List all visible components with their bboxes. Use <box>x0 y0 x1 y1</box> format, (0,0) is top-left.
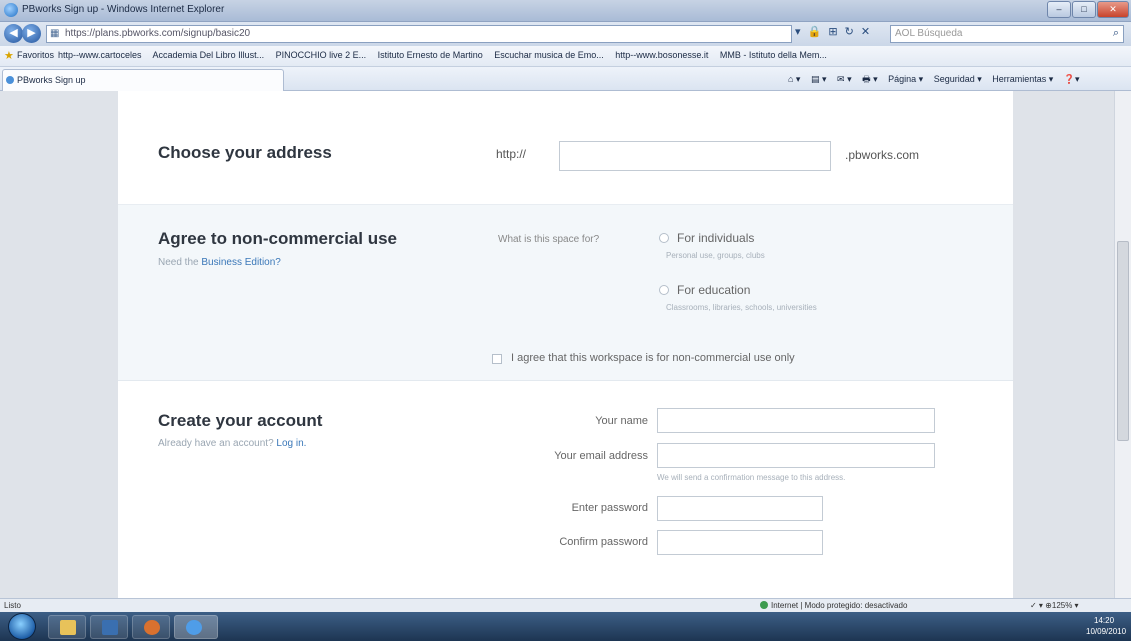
password-input[interactable] <box>657 496 823 521</box>
feeds-menu[interactable]: ▤ ▾ <box>811 74 827 84</box>
favorite-link[interactable]: Accademia Del Libro Illust... <box>153 50 265 60</box>
search-input[interactable]: AOL Búsqueda ⌕ <box>890 25 1124 43</box>
confirm-password-label: Confirm password <box>559 536 648 548</box>
security-zone-text: Internet | Modo protegido: desactivado <box>771 601 908 610</box>
favorite-link[interactable]: http--www.bosonesse.it <box>615 50 708 60</box>
security-zone: Internet | Modo protegido: desactivado <box>760 601 907 610</box>
section-title-agree: Agree to non-commercial use <box>158 229 398 248</box>
close-window-button[interactable]: ✕ <box>1097 1 1129 18</box>
favorites-star-icon[interactable]: ★ <box>4 49 14 62</box>
media-player-icon <box>102 620 118 635</box>
tools-menu[interactable]: Herramientas ▾ <box>992 74 1053 84</box>
option-hint-education: Classrooms, libraries, schools, universi… <box>666 303 817 312</box>
print-menu[interactable]: 🖶 ▾ <box>862 74 878 84</box>
address-tools[interactable]: ▾ 🔒 ⊞ ↻ ✕ <box>795 25 872 38</box>
window-title-bar: PBworks Sign up - Windows Internet Explo… <box>0 0 1131 22</box>
tab-label: PBworks Sign up <box>17 75 86 85</box>
windows-taskbar: 14:20 10/09/2010 <box>0 612 1131 641</box>
clock-date[interactable]: 10/09/2010 <box>1086 627 1126 636</box>
system-tray: 14:20 10/09/2010 <box>1012 615 1128 639</box>
home-menu[interactable]: ⌂ ▾ <box>788 74 800 84</box>
email-hint: We will send a confirmation message to t… <box>657 473 846 482</box>
option-hint-individuals: Personal use, groups, clubs <box>666 251 765 260</box>
favorite-link[interactable]: Istituto Ernesto de Martino <box>378 50 483 60</box>
taskbar-media-player[interactable] <box>90 615 128 639</box>
internet-explorer-icon <box>186 620 202 635</box>
space-purpose-question: What is this space for? <box>498 234 600 245</box>
scrollbar-thumb[interactable] <box>1117 241 1129 441</box>
section-title-account: Create your account <box>158 411 323 430</box>
search-placeholder: AOL Búsqueda <box>895 28 963 39</box>
window-title: PBworks Sign up - Windows Internet Explo… <box>22 4 225 15</box>
favorites-button[interactable]: Favoritos <box>17 50 54 60</box>
folder-icon <box>60 620 76 635</box>
password-label: Enter password <box>571 502 648 514</box>
mail-menu[interactable]: ✉ ▾ <box>837 74 852 84</box>
noncommercial-agree-label[interactable]: I agree that this workspace is for non-c… <box>511 352 795 364</box>
page-icon: ▦ <box>50 28 60 39</box>
start-button[interactable] <box>8 613 36 640</box>
forward-button[interactable]: ▶ <box>22 24 41 43</box>
business-edition-prefix: Need the <box>158 257 202 268</box>
option-label-individuals[interactable]: For individuals <box>677 231 754 245</box>
taskbar-firefox[interactable] <box>132 615 170 639</box>
search-icon[interactable]: ⌕ <box>1113 27 1119 40</box>
address-suffix: .pbworks.com <box>845 148 920 162</box>
favorites-bar: ★ Favoritos http--www.cartoceles Accadem… <box>0 46 1131 67</box>
business-edition-link[interactable]: Business Edition? <box>201 257 281 268</box>
tab-bar: PBworks Sign up ⌂ ▾ ▤ ▾ ✉ ▾ 🖶 ▾ Página ▾… <box>0 67 1131 91</box>
workspace-address-input[interactable] <box>559 141 831 171</box>
your-name-input[interactable] <box>657 408 935 433</box>
url-input[interactable]: ▦ https://plans.pbworks.com/signup/basic… <box>46 25 792 43</box>
url-text: https://plans.pbworks.com/signup/basic20 <box>65 28 251 39</box>
radio-for-education[interactable] <box>659 285 669 295</box>
your-name-label: Your name <box>595 415 648 427</box>
favorite-link[interactable]: MMB - Istituto della Mem... <box>720 50 827 60</box>
taskbar-internet-explorer[interactable] <box>174 615 218 639</box>
login-prompt-text: Already have an account? Log in. <box>158 438 306 449</box>
clock-time[interactable]: 14:20 <box>1094 616 1114 625</box>
page-viewport: Choose your address http:// .pbworks.com… <box>0 91 1131 598</box>
taskbar-explorer[interactable] <box>48 615 86 639</box>
option-label-education[interactable]: For education <box>677 283 750 297</box>
status-bar: Listo Internet | Modo protegido: desacti… <box>0 598 1131 612</box>
business-edition-text: Need the Business Edition? <box>158 257 281 268</box>
address-section: Choose your address http:// .pbworks.com <box>118 91 1013 205</box>
back-button[interactable]: ◀ <box>4 24 23 43</box>
account-section: Create your account Already have an acco… <box>118 381 1013 598</box>
favorite-link[interactable]: PINOCCHIO live 2 E... <box>276 50 367 60</box>
section-title-address: Choose your address <box>158 143 332 162</box>
login-prompt-prefix: Already have an account? <box>158 438 277 449</box>
signup-page: Choose your address http:// .pbworks.com… <box>118 91 1013 598</box>
email-input[interactable] <box>657 443 935 468</box>
login-link[interactable]: Log in. <box>276 438 306 449</box>
internet-explorer-icon <box>4 3 18 17</box>
radio-for-individuals[interactable] <box>659 233 669 243</box>
noncommercial-agree-checkbox[interactable] <box>492 354 502 364</box>
agree-section: Agree to non-commercial use Need the Bus… <box>118 205 1013 381</box>
page-menu[interactable]: Página ▾ <box>888 74 923 84</box>
address-prefix: http:// <box>496 147 527 161</box>
confirm-password-input[interactable] <box>657 530 823 555</box>
browser-icon <box>144 620 160 635</box>
tab-pbworks-signup[interactable]: PBworks Sign up <box>2 69 284 91</box>
status-text: Listo <box>4 601 21 610</box>
email-label: Your email address <box>554 450 648 462</box>
address-bar: ◀ ▶ ▦ https://plans.pbworks.com/signup/b… <box>0 22 1131 46</box>
zoom-control[interactable]: ✓ ▾ ⊕125% ▾ <box>1030 601 1079 610</box>
globe-icon <box>760 601 768 609</box>
maximize-button[interactable]: □ <box>1072 1 1096 18</box>
security-menu[interactable]: Seguridad ▾ <box>934 74 982 84</box>
vertical-scrollbar[interactable] <box>1114 91 1131 598</box>
help-menu[interactable]: ❓▾ <box>1064 74 1080 84</box>
favorite-link[interactable]: http--www.cartoceles <box>58 50 142 60</box>
favorites-list: http--www.cartoceles Accademia Del Libro… <box>58 50 1126 60</box>
command-bar: ⌂ ▾ ▤ ▾ ✉ ▾ 🖶 ▾ Página ▾ Seguridad ▾ Her… <box>780 72 1080 88</box>
minimize-button[interactable]: – <box>1047 1 1071 18</box>
favorite-link[interactable]: Escuchar musica de Emo... <box>494 50 604 60</box>
site-favicon-icon <box>6 76 14 84</box>
